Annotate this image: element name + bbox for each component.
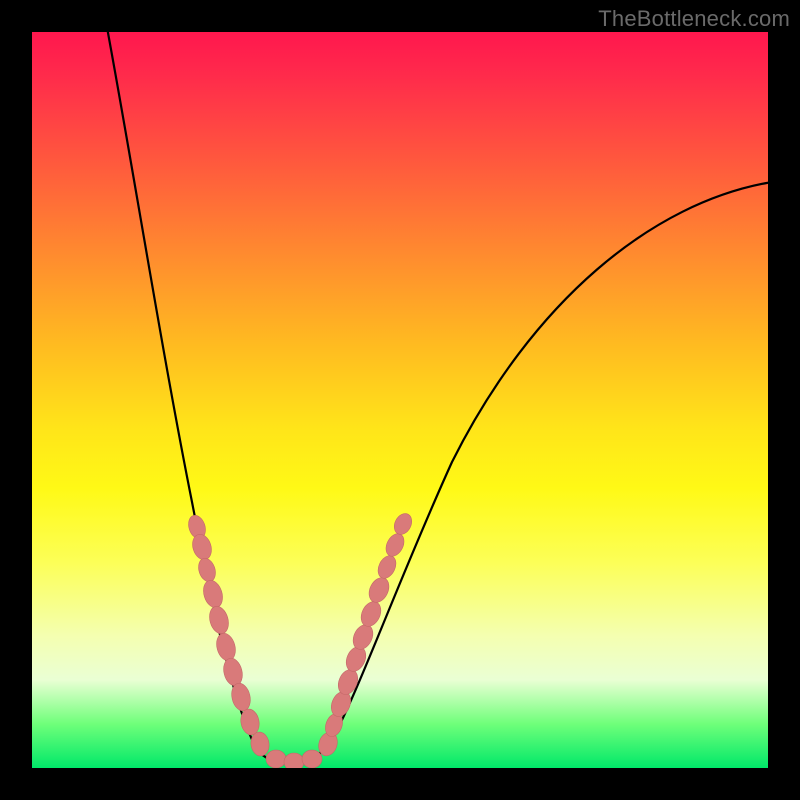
curves-svg <box>32 32 768 768</box>
plot-area <box>32 32 768 768</box>
left-curve <box>106 32 292 764</box>
bead <box>365 574 393 605</box>
chart-frame: TheBottleneck.com <box>0 0 800 800</box>
bead <box>284 753 304 768</box>
watermark-text: TheBottleneck.com <box>598 6 790 32</box>
bead <box>221 656 245 688</box>
bead <box>266 750 286 768</box>
beads-group <box>186 511 415 768</box>
bead <box>357 598 384 629</box>
bead <box>196 556 219 584</box>
bead <box>391 511 415 538</box>
bead <box>382 531 407 560</box>
bead <box>375 553 400 582</box>
bead <box>302 750 322 768</box>
bead <box>214 631 239 663</box>
right-curve <box>292 182 768 764</box>
bead <box>200 578 225 610</box>
bead <box>206 604 231 636</box>
bead <box>189 532 214 562</box>
